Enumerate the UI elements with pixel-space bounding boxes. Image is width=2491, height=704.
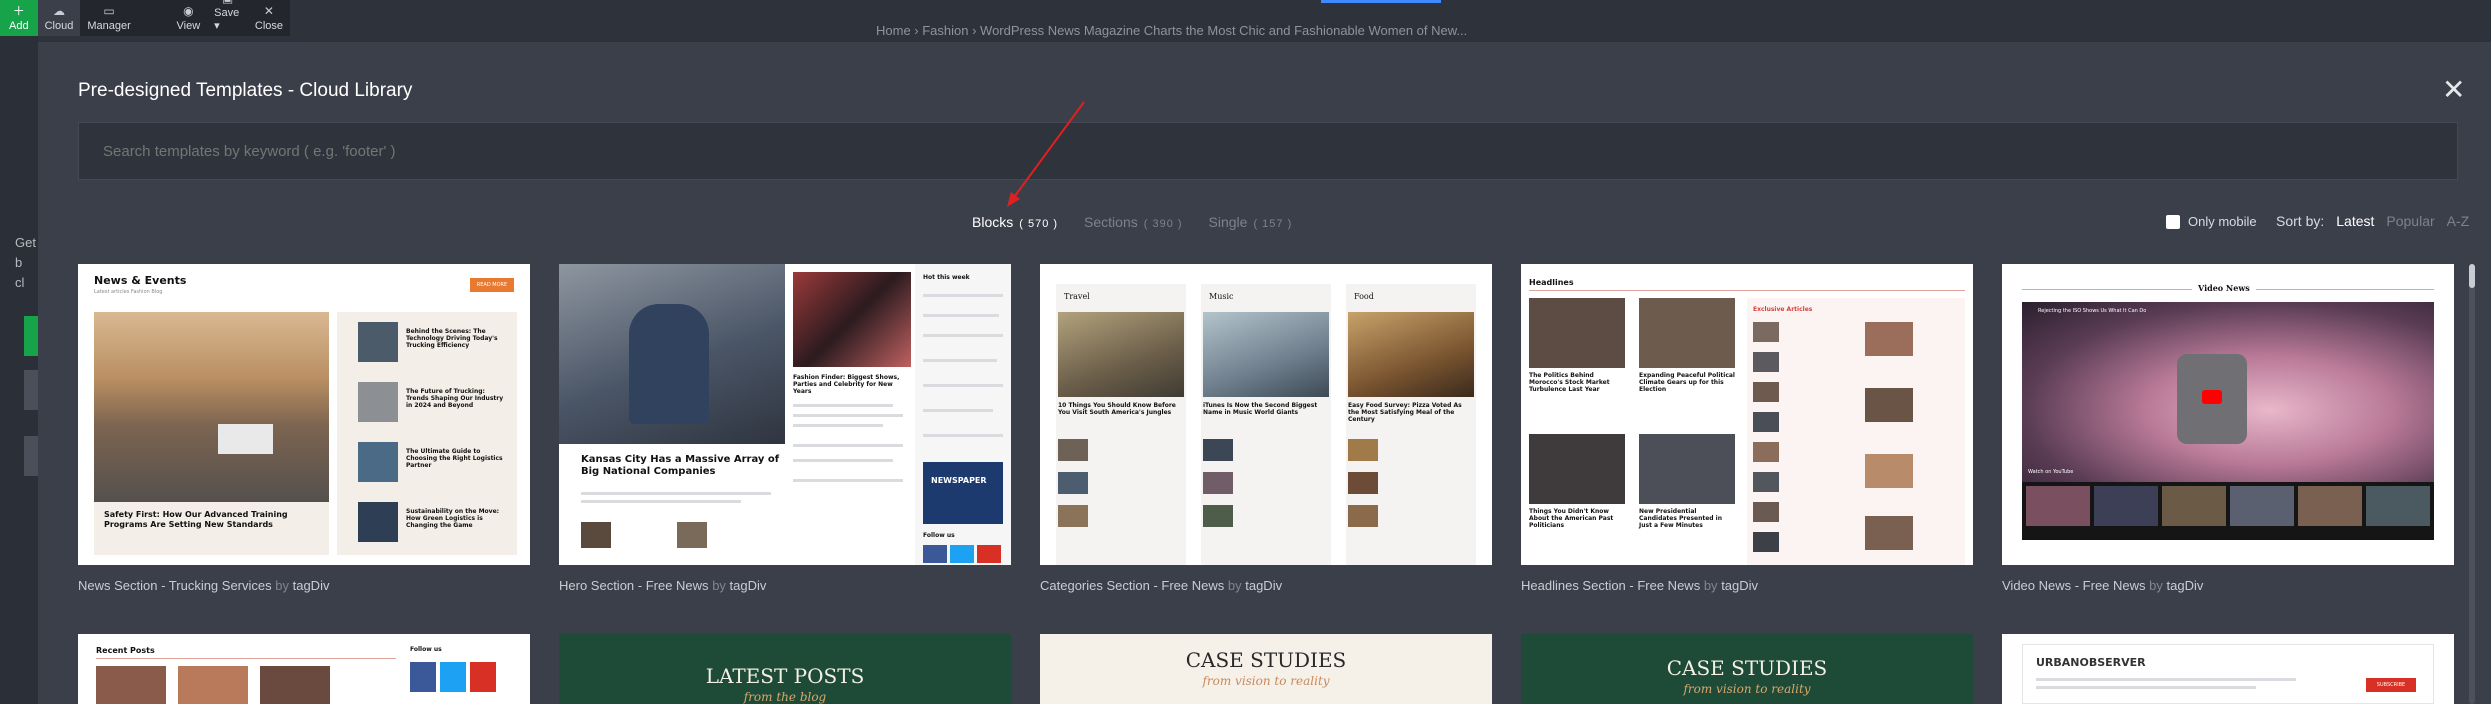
annotation-arrow [1007, 101, 1085, 207]
